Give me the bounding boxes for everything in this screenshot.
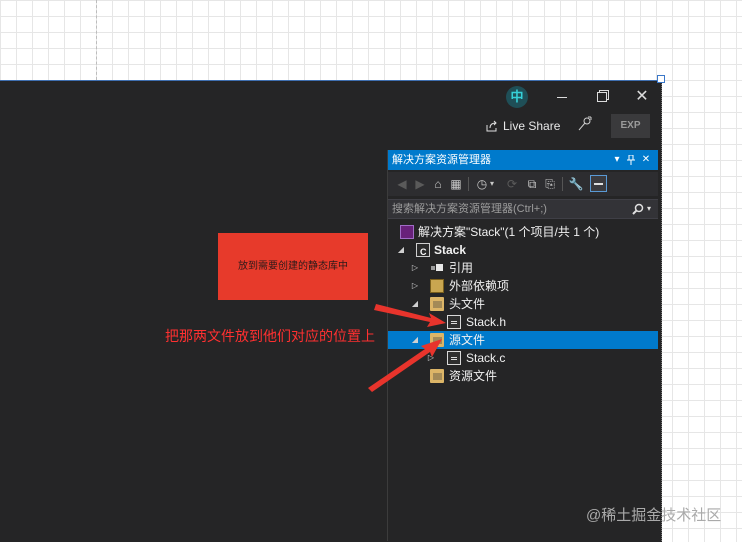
watermark: @稀土掘金技术社区 [586,507,722,524]
arrow-to-source-file [368,339,442,392]
arrow-to-header-file [374,304,446,327]
annotation-arrows [368,304,446,392]
